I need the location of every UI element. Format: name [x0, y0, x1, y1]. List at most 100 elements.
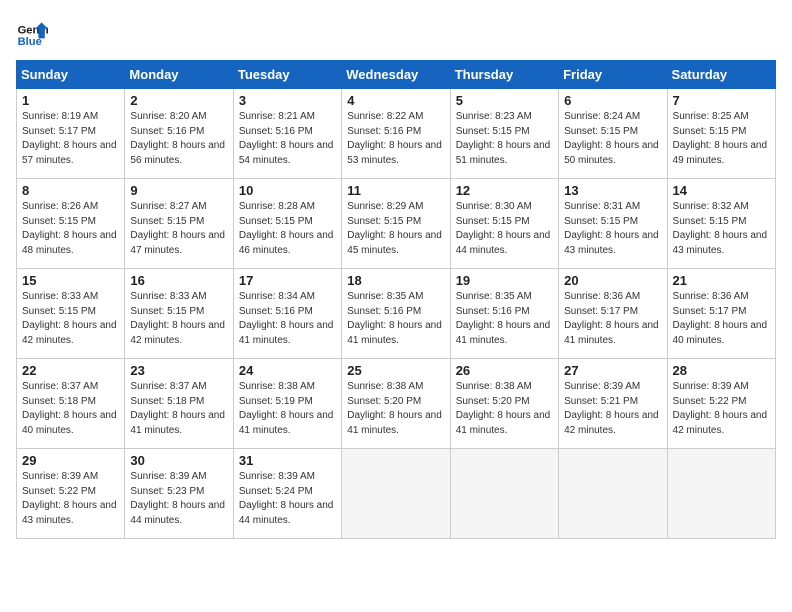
day-number: 28	[673, 363, 770, 378]
day-info: Sunrise: 8:23 AMSunset: 5:15 PMDaylight:…	[456, 110, 553, 168]
day-number: 8	[22, 183, 119, 198]
day-number: 11	[347, 183, 444, 198]
day-info: Sunrise: 8:33 AMSunset: 5:15 PMDaylight:…	[130, 290, 227, 348]
day-info: Sunrise: 8:38 AMSunset: 5:20 PMDaylight:…	[456, 380, 553, 438]
day-info: Sunrise: 8:37 AMSunset: 5:18 PMDaylight:…	[22, 380, 119, 438]
calendar-cell: 14 Sunrise: 8:32 AMSunset: 5:15 PMDayligh…	[667, 179, 775, 269]
day-number: 30	[130, 453, 227, 468]
calendar-cell: 13Sunrise: 8:31 AMSunset: 5:15 PMDayligh…	[559, 179, 667, 269]
calendar-cell: 31Sunrise: 8:39 AMSunset: 5:24 PMDayligh…	[233, 449, 341, 539]
day-info: Sunrise: 8:33 AMSunset: 5:15 PMDaylight:…	[22, 290, 119, 348]
calendar-cell: 22 Sunrise: 8:37 AMSunset: 5:18 PMDayligh…	[17, 359, 125, 449]
day-info: Sunrise: 8:26 AMSunset: 5:15 PMDaylight:…	[22, 200, 119, 258]
day-number: 4	[347, 93, 444, 108]
day-number: 15	[22, 273, 119, 288]
day-number: 18	[347, 273, 444, 288]
day-number: 3	[239, 93, 336, 108]
day-number: 14	[673, 183, 770, 198]
logo-icon: General Blue	[16, 16, 48, 48]
day-number: 9	[130, 183, 227, 198]
day-info: Sunrise: 8:36 AMSunset: 5:17 PMDaylight:…	[564, 290, 661, 348]
day-info: Sunrise: 8:22 AMSunset: 5:16 PMDaylight:…	[347, 110, 444, 168]
calendar-cell: 8 Sunrise: 8:26 AMSunset: 5:15 PMDaylight…	[17, 179, 125, 269]
calendar-cell: 6Sunrise: 8:24 AMSunset: 5:15 PMDaylight…	[559, 89, 667, 179]
day-info: Sunrise: 8:28 AMSunset: 5:15 PMDaylight:…	[239, 200, 336, 258]
day-info: Sunrise: 8:36 AMSunset: 5:17 PMDaylight:…	[673, 290, 770, 348]
day-number: 12	[456, 183, 553, 198]
day-number: 29	[22, 453, 119, 468]
calendar-cell: 30 Sunrise: 8:39 AMSunset: 5:23 PMDayligh…	[125, 449, 233, 539]
day-number: 20	[564, 273, 661, 288]
day-info: Sunrise: 8:39 AMSunset: 5:22 PMDaylight:…	[22, 470, 119, 528]
day-info: Sunrise: 8:38 AMSunset: 5:20 PMDaylight:…	[347, 380, 444, 438]
day-info: Sunrise: 8:38 AMSunset: 5:19 PMDaylight:…	[239, 380, 336, 438]
weekday-header: Friday	[559, 61, 667, 89]
day-number: 2	[130, 93, 227, 108]
calendar-cell	[559, 449, 667, 539]
day-number: 21	[673, 273, 770, 288]
day-info: Sunrise: 8:30 AMSunset: 5:15 PMDaylight:…	[456, 200, 553, 258]
day-number: 22	[22, 363, 119, 378]
day-number: 16	[130, 273, 227, 288]
day-info: Sunrise: 8:35 AMSunset: 5:16 PMDaylight:…	[456, 290, 553, 348]
day-info: Sunrise: 8:37 AMSunset: 5:18 PMDaylight:…	[130, 380, 227, 438]
day-number: 23	[130, 363, 227, 378]
day-info: Sunrise: 8:19 AMSunset: 5:17 PMDaylight:…	[22, 110, 119, 168]
weekday-header: Tuesday	[233, 61, 341, 89]
weekday-header: Monday	[125, 61, 233, 89]
day-info: Sunrise: 8:29 AMSunset: 5:15 PMDaylight:…	[347, 200, 444, 258]
calendar-cell: 5 Sunrise: 8:23 AMSunset: 5:15 PMDaylight…	[450, 89, 558, 179]
calendar-cell: 1 Sunrise: 8:19 AMSunset: 5:17 PMDaylight…	[17, 89, 125, 179]
day-info: Sunrise: 8:31 AMSunset: 5:15 PMDaylight:…	[564, 200, 661, 258]
calendar-table: SundayMondayTuesdayWednesdayThursdayFrid…	[16, 60, 776, 539]
day-number: 6	[564, 93, 661, 108]
calendar-cell: 10 Sunrise: 8:28 AMSunset: 5:15 PMDayligh…	[233, 179, 341, 269]
calendar-cell	[450, 449, 558, 539]
day-number: 24	[239, 363, 336, 378]
calendar-cell: 16 Sunrise: 8:33 AMSunset: 5:15 PMDayligh…	[125, 269, 233, 359]
calendar-cell: 20 Sunrise: 8:36 AMSunset: 5:17 PMDayligh…	[559, 269, 667, 359]
day-info: Sunrise: 8:27 AMSunset: 5:15 PMDaylight:…	[130, 200, 227, 258]
weekday-header: Thursday	[450, 61, 558, 89]
day-number: 26	[456, 363, 553, 378]
svg-text:Blue: Blue	[18, 36, 42, 48]
day-number: 7	[673, 93, 770, 108]
calendar-cell: 2 Sunrise: 8:20 AMSunset: 5:16 PMDaylight…	[125, 89, 233, 179]
calendar-cell: 18 Sunrise: 8:35 AMSunset: 5:16 PMDayligh…	[342, 269, 450, 359]
day-info: Sunrise: 8:21 AMSunset: 5:16 PMDaylight:…	[239, 110, 336, 168]
calendar-cell: 9 Sunrise: 8:27 AMSunset: 5:15 PMDaylight…	[125, 179, 233, 269]
page-header: General Blue	[16, 16, 776, 48]
weekday-header: Wednesday	[342, 61, 450, 89]
calendar-week-row: 1 Sunrise: 8:19 AMSunset: 5:17 PMDaylight…	[17, 89, 776, 179]
calendar-cell: 21 Sunrise: 8:36 AMSunset: 5:17 PMDayligh…	[667, 269, 775, 359]
day-number: 25	[347, 363, 444, 378]
calendar-cell: 26 Sunrise: 8:38 AMSunset: 5:20 PMDayligh…	[450, 359, 558, 449]
calendar-cell: 23 Sunrise: 8:37 AMSunset: 5:18 PMDayligh…	[125, 359, 233, 449]
day-info: Sunrise: 8:32 AMSunset: 5:15 PMDaylight:…	[673, 200, 770, 258]
calendar-cell	[667, 449, 775, 539]
day-number: 10	[239, 183, 336, 198]
calendar-cell: 25 Sunrise: 8:38 AMSunset: 5:20 PMDayligh…	[342, 359, 450, 449]
day-number: 5	[456, 93, 553, 108]
calendar-cell: 15 Sunrise: 8:33 AMSunset: 5:15 PMDayligh…	[17, 269, 125, 359]
calendar-cell: 24 Sunrise: 8:38 AMSunset: 5:19 PMDayligh…	[233, 359, 341, 449]
calendar-cell: 19Sunrise: 8:35 AMSunset: 5:16 PMDayligh…	[450, 269, 558, 359]
calendar-cell: 4 Sunrise: 8:22 AMSunset: 5:16 PMDaylight…	[342, 89, 450, 179]
calendar-cell: 3 Sunrise: 8:21 AMSunset: 5:16 PMDaylight…	[233, 89, 341, 179]
calendar-week-row: 8 Sunrise: 8:26 AMSunset: 5:15 PMDaylight…	[17, 179, 776, 269]
calendar-week-row: 15 Sunrise: 8:33 AMSunset: 5:15 PMDayligh…	[17, 269, 776, 359]
calendar-cell: 11 Sunrise: 8:29 AMSunset: 5:15 PMDayligh…	[342, 179, 450, 269]
day-info: Sunrise: 8:25 AMSunset: 5:15 PMDaylight:…	[673, 110, 770, 168]
day-number: 1	[22, 93, 119, 108]
calendar-header-row: SundayMondayTuesdayWednesdayThursdayFrid…	[17, 61, 776, 89]
day-info: Sunrise: 8:35 AMSunset: 5:16 PMDaylight:…	[347, 290, 444, 348]
day-info: Sunrise: 8:20 AMSunset: 5:16 PMDaylight:…	[130, 110, 227, 168]
day-number: 27	[564, 363, 661, 378]
day-info: Sunrise: 8:34 AMSunset: 5:16 PMDaylight:…	[239, 290, 336, 348]
day-info: Sunrise: 8:39 AMSunset: 5:21 PMDaylight:…	[564, 380, 661, 438]
calendar-cell: 29 Sunrise: 8:39 AMSunset: 5:22 PMDayligh…	[17, 449, 125, 539]
calendar-cell: 7 Sunrise: 8:25 AMSunset: 5:15 PMDaylight…	[667, 89, 775, 179]
day-info: Sunrise: 8:39 AMSunset: 5:23 PMDaylight:…	[130, 470, 227, 528]
calendar-cell: 27 Sunrise: 8:39 AMSunset: 5:21 PMDayligh…	[559, 359, 667, 449]
day-number: 31	[239, 453, 336, 468]
